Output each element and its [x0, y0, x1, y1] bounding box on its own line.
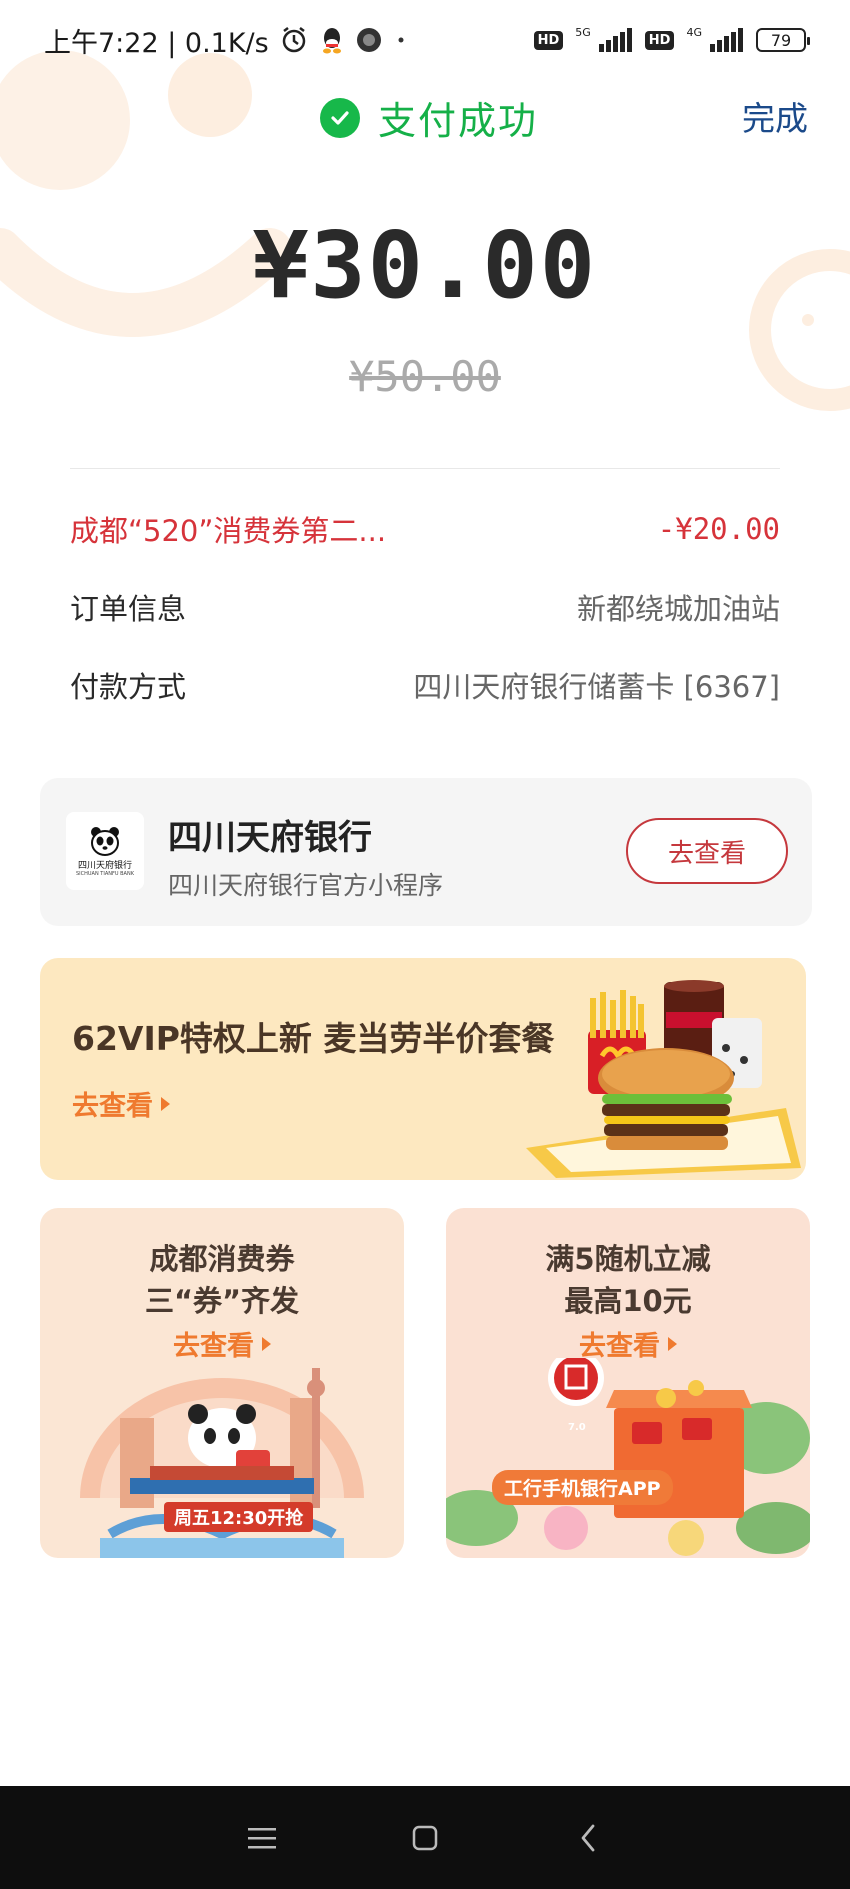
success-status: 支付成功: [320, 90, 538, 145]
icbc-app-badge: 工行手机银行APP: [492, 1470, 673, 1505]
menu-icon[interactable]: [232, 1808, 292, 1868]
bank-name: 四川天府银行: [168, 818, 372, 858]
order-info-row: 订单信息 新都绕城加油站: [70, 586, 780, 628]
icbc-discount-line1: 满5随机立减: [545, 1242, 711, 1276]
chengdu-coupon-card[interactable]: 成都消费券 三“券”齐发 去查看 周五12:30开抢: [40, 1208, 404, 1558]
home-icon[interactable]: [395, 1808, 455, 1868]
arrow-right-icon: [262, 1336, 271, 1351]
order-info-value: 新都绕城加油站: [576, 592, 780, 626]
icbc-discount-line2: 最高10元: [564, 1284, 692, 1318]
network-4g-label: 4G: [686, 25, 702, 39]
mcd-promo-link[interactable]: 去查看: [72, 1084, 170, 1123]
arrow-right-icon: [161, 1096, 170, 1111]
discount-row: 成都“520”消费券第二... -¥20.00: [70, 508, 780, 550]
arrow-right-icon: [668, 1336, 677, 1351]
qq-icon: [319, 26, 345, 54]
panda-icon: [91, 826, 119, 856]
chengdu-coupon-line1: 成都消费券: [149, 1242, 295, 1276]
bank-logo: 四川天府银行 SICHUAN TIANFU BANK: [66, 812, 144, 890]
icbc-discount-card[interactable]: 满5随机立减 最高10元 去查看 7.0 工行手机银行APP: [446, 1208, 810, 1558]
status-bar: 上午7:22 | 0.1K/s HD 5G HD 4G 79: [0, 0, 850, 80]
discount-label: 成都“520”消费券第二...: [70, 514, 387, 548]
status-right: HD 5G HD 4G 79: [533, 25, 810, 55]
mcd-promo-link-label: 去查看: [72, 1091, 153, 1122]
burger-meal-illustration: [526, 980, 801, 1178]
battery-icon: 79: [756, 28, 810, 52]
signal-icon: [598, 28, 633, 52]
payment-method-value: 四川天府银行储蓄卡 [6367]: [413, 670, 780, 704]
paid-amount: ¥30.00: [252, 212, 598, 319]
signal-icon-2: [710, 28, 744, 52]
system-nav-bar: [0, 1786, 850, 1889]
gift-box-illustration: [446, 1358, 810, 1556]
mcd-promo-title: 62VIP特权上新 麦当劳半价套餐: [72, 1019, 555, 1058]
icbc-version-label: 7.0: [568, 1422, 586, 1433]
bank-logo-en: SICHUAN TIANFU BANK: [76, 870, 134, 877]
network-5g-label: 5G: [575, 25, 591, 39]
status-left: 上午7:22 | 0.1K/s: [44, 21, 409, 60]
payment-method-row: 付款方式 四川天府银行储蓄卡 [6367]: [70, 664, 780, 706]
chengdu-coupon-time-badge: 周五12:30开抢: [164, 1502, 314, 1532]
hd-badge-1: HD: [533, 30, 564, 50]
check-circle-icon: [320, 97, 360, 138]
divider: [70, 468, 780, 469]
back-icon[interactable]: [558, 1808, 618, 1868]
bank-view-button[interactable]: 去查看: [626, 818, 788, 884]
done-button[interactable]: 完成: [742, 92, 808, 140]
alarm-icon: [279, 25, 309, 55]
bank-subtitle: 四川天府银行官方小程序: [168, 871, 444, 900]
time-netspeed: 上午7:22 | 0.1K/s: [44, 27, 269, 59]
payment-header: 支付成功 完成: [0, 90, 850, 146]
payment-method-label: 付款方式: [70, 670, 187, 704]
mcd-promo-banner[interactable]: 62VIP特权上新 麦当劳半价套餐 去查看: [40, 958, 806, 1180]
dot-icon: [393, 32, 409, 48]
bank-mini-program-card[interactable]: 四川天府银行 SICHUAN TIANFU BANK 四川天府银行 四川天府银行…: [40, 778, 812, 926]
order-info-label: 订单信息: [70, 592, 187, 626]
success-text: 支付成功: [378, 99, 539, 143]
app-circle-icon: [355, 26, 383, 54]
chengdu-coupon-line2: 三“券”齐发: [144, 1284, 300, 1318]
hd-badge-2: HD: [644, 30, 675, 50]
bank-logo-cn: 四川天府银行: [77, 860, 132, 871]
original-amount: ¥50.00: [349, 352, 501, 401]
discount-value: -¥20.00: [657, 512, 780, 546]
